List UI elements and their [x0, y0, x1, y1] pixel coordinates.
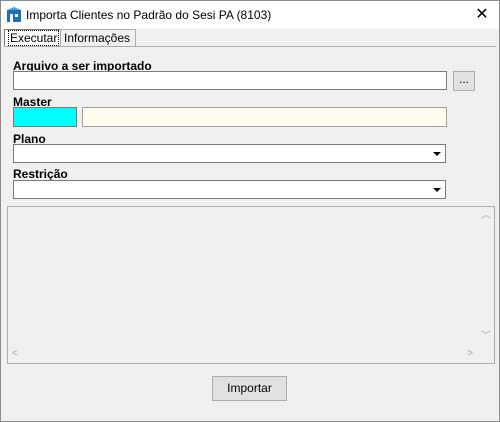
log-text: [9, 208, 477, 346]
close-icon: ✕: [475, 6, 489, 23]
restricao-label: Restrição: [13, 167, 68, 181]
master-name-input[interactable]: [82, 107, 447, 127]
title-bar: Importa Clientes no Padrão do Sesi PA (8…: [1, 1, 499, 29]
chevron-down-icon[interactable]: [429, 146, 444, 161]
horizontal-scrollbar[interactable]: < >: [8, 346, 477, 363]
tab-executar[interactable]: Executar: [4, 29, 62, 47]
plano-select[interactable]: [13, 144, 446, 163]
window-title: Importa Clientes no Padrão do Sesi PA (8…: [26, 8, 272, 22]
scroll-left-icon[interactable]: <: [12, 349, 18, 359]
master-code-input[interactable]: [13, 107, 77, 127]
import-window: Importa Clientes no Padrão do Sesi PA (8…: [0, 0, 500, 422]
scroll-right-icon[interactable]: >: [467, 349, 473, 359]
vertical-scrollbar[interactable]: ︿ ﹀: [477, 207, 494, 346]
importar-button[interactable]: Importar: [212, 376, 287, 401]
tab-informacoes[interactable]: Informações: [60, 29, 136, 46]
browse-button[interactable]: ...: [453, 71, 475, 91]
close-button[interactable]: ✕: [465, 1, 499, 29]
log-memo[interactable]: ︿ ﹀ < >: [7, 206, 495, 364]
scroll-down-icon[interactable]: ﹀: [481, 332, 491, 342]
restricao-select[interactable]: [13, 180, 446, 199]
app-icon: [7, 7, 21, 22]
arquivo-input[interactable]: [13, 71, 447, 90]
scroll-up-icon[interactable]: ︿: [481, 211, 491, 221]
chevron-down-icon[interactable]: [429, 182, 444, 197]
